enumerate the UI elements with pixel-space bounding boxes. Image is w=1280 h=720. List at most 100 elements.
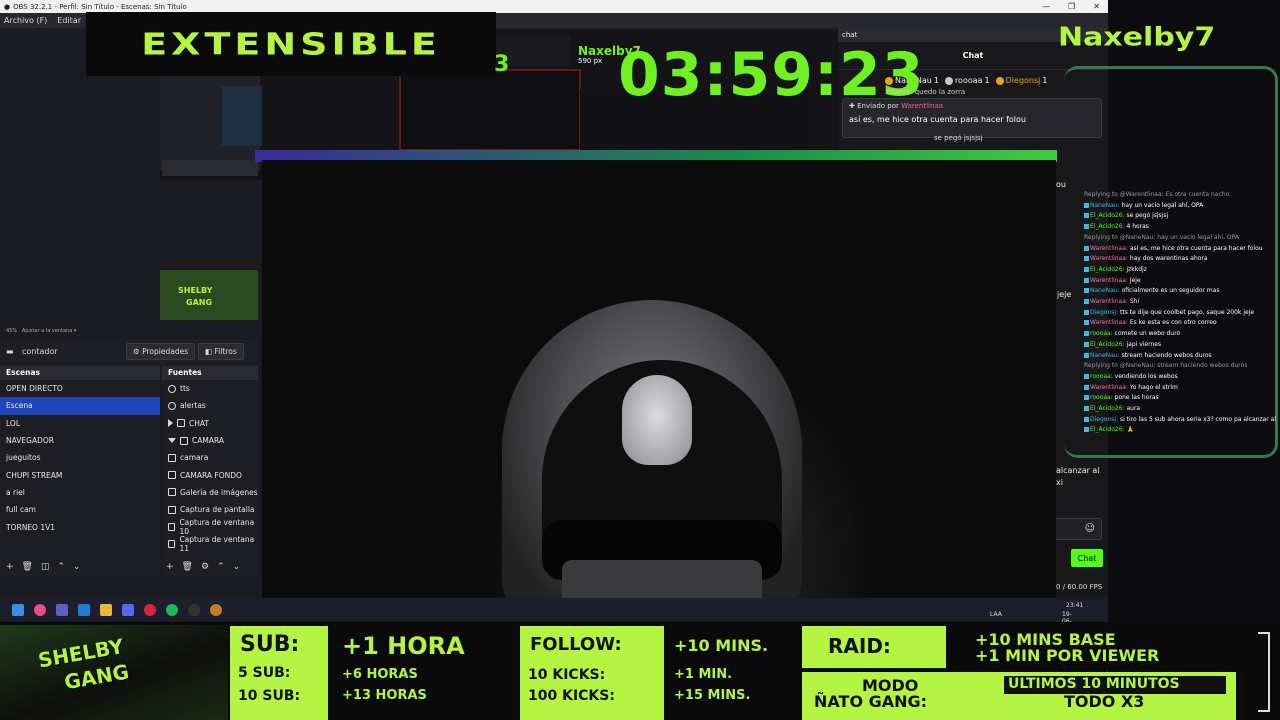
source-down-icon[interactable]: ⌄	[233, 562, 241, 572]
menu-editar[interactable]: Editar	[57, 16, 81, 25]
collapse-arrow-icon[interactable]	[168, 438, 176, 444]
chat-reply-line: Replying to @Warentlinaa: Es otra cuenta…	[1084, 191, 1230, 198]
copilot-icon[interactable]	[34, 604, 46, 616]
sub-badge-icon	[1084, 416, 1089, 422]
sub-badge-icon	[1084, 309, 1089, 315]
chat-partial-top: roooaa: quedo la zorra	[886, 88, 966, 96]
fps-status: 0 / 60.00 FPS	[1056, 583, 1103, 591]
partial-alcanzar: alcanzar al	[1056, 466, 1100, 475]
maximize-icon[interactable]: ❐	[1068, 0, 1075, 13]
scene-filters-icon[interactable]: ◫	[41, 562, 50, 572]
remove-scene-icon[interactable]: 🗑	[22, 562, 33, 572]
chat-message: roooaa: comete un webo duro	[1084, 329, 1276, 340]
move-up-icon[interactable]: ⌃	[58, 562, 66, 572]
screen: ● OBS 32.2.1 - Perfil: Sin Título - Esce…	[0, 0, 1280, 720]
chat-send-button[interactable]: Chat	[1071, 549, 1103, 567]
sub-badge-icon	[1084, 331, 1089, 337]
gifter-2[interactable]: roooaa 1	[944, 76, 990, 85]
source-item[interactable]: Captura de ventana 10	[162, 518, 258, 537]
expand-arrow-icon[interactable]	[168, 419, 173, 428]
chat-message: El_Acido26: aura	[1084, 404, 1276, 415]
chat-text: 4 horas	[1126, 223, 1149, 231]
sub5-label: 5 SUB:	[238, 665, 291, 681]
source-label: tts	[180, 384, 190, 394]
last-line2: TODO X3	[1064, 692, 1145, 711]
source-item[interactable]: CAMARA FONDO	[162, 466, 258, 483]
app-icon[interactable]	[210, 604, 222, 616]
emoji-icon[interactable]: ☺	[1085, 523, 1095, 534]
source-item[interactable]: alertas	[162, 397, 258, 414]
gifter-3[interactable]: Diegonsj 1	[995, 76, 1047, 85]
source-list: tts alertas CHAT CAMARA camara CAMARA FONDO Ga…	[162, 380, 258, 553]
sub-badge-icon	[1084, 341, 1089, 347]
clock-time[interactable]: 23:41	[1066, 602, 1083, 609]
close-icon[interactable]: ✕	[1093, 0, 1100, 13]
chat-text: pone las horas	[1114, 394, 1159, 402]
filters-button[interactable]: ◧ Filtros	[198, 342, 244, 360]
remove-source-icon[interactable]: 🗑	[182, 562, 193, 572]
chat-text: Es ke esta es con otro correo	[1129, 319, 1217, 327]
add-source-icon[interactable]: +	[166, 562, 174, 572]
spotify-icon[interactable]	[166, 604, 178, 616]
teams-icon[interactable]	[56, 604, 68, 616]
source-label: Galería de imágenes	[180, 487, 258, 497]
chat-text: Yo hago el strim	[1129, 383, 1178, 391]
source-item[interactable]: CAMARA	[162, 432, 258, 449]
move-down-icon[interactable]: ⌄	[73, 562, 81, 572]
properties-button[interactable]: ⚙ Propiedades	[126, 342, 196, 360]
folder-icon	[177, 419, 185, 428]
discord-icon[interactable]	[122, 604, 134, 616]
scale-bar[interactable]: 45% Ajustar a la ventana ▾	[0, 326, 258, 336]
obs-taskbar-icon[interactable]	[188, 604, 200, 616]
source-item[interactable]: Galería de imágenes	[162, 484, 258, 501]
source-item[interactable]: tts	[162, 380, 258, 397]
chat-username: Warentlinaa:	[1090, 276, 1130, 284]
source-up-icon[interactable]: ⌃	[217, 562, 225, 572]
chat-username: El_Acido26:	[1090, 265, 1127, 273]
minimize-icon[interactable]: —	[1042, 0, 1050, 13]
scene-item[interactable]: TORNEO 1V1	[0, 518, 160, 535]
sub-badge-icon	[1084, 277, 1089, 283]
window-icon	[168, 523, 176, 532]
sources-header: Fuentes	[162, 366, 258, 380]
scene-item[interactable]: full cam	[0, 501, 160, 518]
add-scene-icon[interactable]: +	[6, 562, 14, 572]
chat-message: Diegonsj: tts te dije que coolbet pago, …	[1084, 308, 1276, 319]
obs-title: OBS 32.2.1 - Perfil: Sin Título - Escena…	[13, 2, 187, 11]
kicks10-label: 10 KICKS:	[528, 667, 606, 683]
chat-message: El_Acido26: jzkkdjz	[1084, 265, 1276, 276]
speaker-icon	[168, 384, 176, 393]
scene-item[interactable]: OPEN DIRECTO	[0, 380, 160, 397]
extensible-banner: EXTENSIBLE	[86, 12, 496, 76]
lang-indicator[interactable]: LAA	[990, 611, 1002, 618]
source-item[interactable]: Captura de pantalla	[162, 501, 258, 518]
scene-item[interactable]: Escena	[0, 397, 160, 415]
source-item[interactable]: camara	[162, 449, 258, 466]
opera-icon[interactable]	[144, 604, 156, 616]
sub-badge-icon	[1084, 224, 1089, 230]
scene-item[interactable]: jueguitos	[0, 449, 160, 466]
explorer-icon[interactable]	[100, 604, 112, 616]
chat-text: vendiendo los webos	[1114, 372, 1178, 380]
chat-username: Warentlinaa:	[1090, 383, 1130, 391]
chat-text: 🙏	[1126, 426, 1134, 434]
chat-message: El_Acido26: 4 horas	[1084, 222, 1276, 233]
scene-item[interactable]: a riel	[0, 484, 160, 501]
menu-archivo[interactable]: Archivo (F)	[4, 16, 47, 25]
chat-reply-line: Replying to @NaneNau: hay un vacio legal…	[1084, 233, 1239, 241]
scene-item[interactable]: CHUPI STREAM	[0, 466, 160, 483]
sub-badge-icon	[1084, 245, 1089, 251]
windows-start-icon[interactable]	[12, 604, 24, 616]
bronze-badge-icon	[995, 76, 1004, 85]
source-label: Captura de ventana 10	[179, 518, 255, 537]
pinned-text: así es, me hice otra cuenta para hacer f…	[849, 115, 1026, 124]
source-item[interactable]: CHAT	[162, 415, 258, 432]
store-icon[interactable]	[78, 604, 90, 616]
chat-username: roooaa:	[1090, 372, 1115, 380]
source-settings-icon[interactable]: ⚙	[201, 562, 209, 572]
scene-item[interactable]: NAVEGADOR	[0, 432, 160, 449]
sub5-value: +6 HORAS	[342, 667, 418, 682]
scene-item[interactable]: LOL	[0, 415, 160, 432]
source-item[interactable]: Captura de ventana 11	[162, 535, 258, 553]
streamer-name: Naxelby7	[1058, 22, 1216, 53]
